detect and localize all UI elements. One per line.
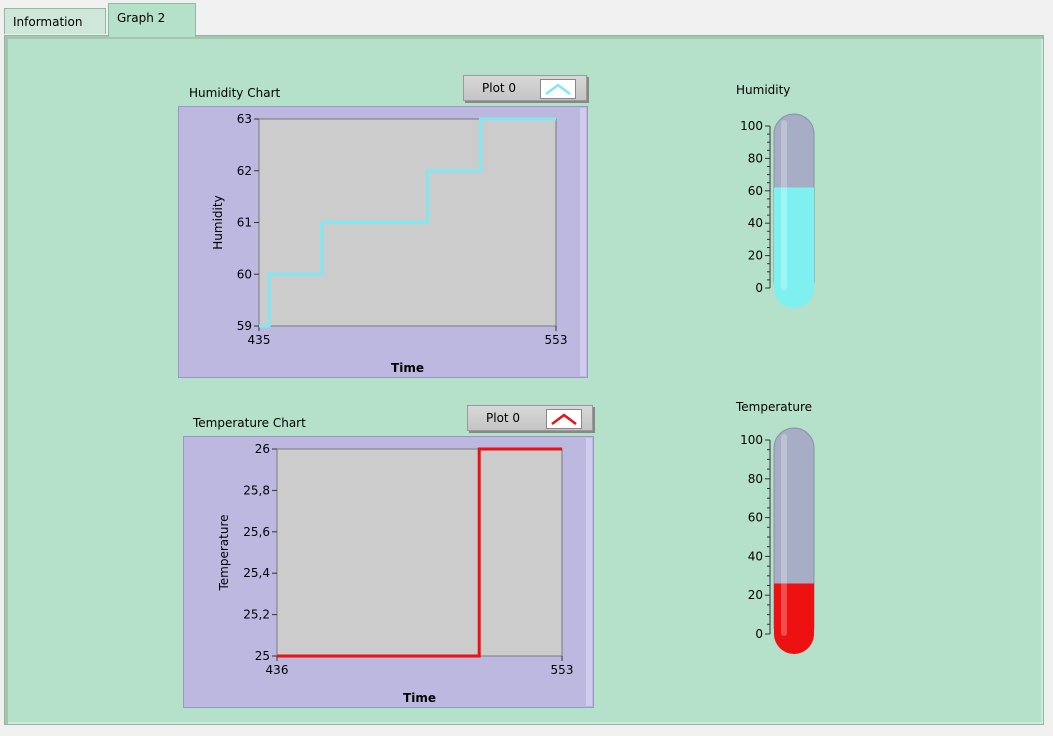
gauge-tick-label: 100 [740,433,763,447]
y-tick-label: 60 [237,267,252,281]
humidity-chart-title: Humidity Chart [189,86,281,100]
y-tick-label: 62 [237,164,252,178]
gauge-tick-label: 80 [748,151,763,165]
humidity-gauge: 0 20 40 60 80 100 [740,113,815,308]
y-tick-label: 63 [237,112,252,126]
y-tick-label: 25,4 [243,566,270,580]
x-tick-label: 553 [545,333,568,347]
temperature-chart-legend[interactable]: Plot 0 [467,405,593,431]
gauge-highlight [781,120,787,290]
gauge-tick-label: 40 [748,549,763,563]
plot-area [276,448,563,657]
gauge-tick-label: 60 [748,184,763,198]
humidity-chart: 59 60 61 62 63 435 553 Time Humidity [178,106,588,378]
gauge-tick-label: 80 [748,472,763,486]
gauge-tick-label: 0 [755,281,763,295]
x-axis-label: Time [403,691,436,705]
y-axis-label: Temperature [217,514,231,591]
y-tick-label: 59 [237,319,252,333]
gauge-tick-label: 20 [748,588,763,602]
humidity-legend-swatch [540,79,576,99]
humidity-legend-label: Plot 0 [482,81,517,95]
x-tick-label: 435 [248,333,271,347]
x-tick-label: 436 [266,663,289,677]
y-tick-label: 25,8 [243,483,270,497]
tab-graph-2[interactable]: Graph 2 [108,3,196,37]
gauge-highlight [781,434,787,636]
humidity-gauge-label: Humidity [736,83,791,97]
temperature-chart: 25 25,2 25,4 25,6 25,8 26 436 553 Time Temperatur… [183,436,594,708]
y-tick-label: 25,6 [243,525,270,539]
temperature-gauge-label: Temperature [736,400,813,414]
gauge-fill [774,583,814,654]
gauge-tick-label: 0 [755,627,763,641]
y-tick-label: 61 [237,216,252,230]
gauge-tick-label: 40 [748,216,763,230]
gauge-tick-label: 20 [748,249,763,263]
gauge-tick-label: 100 [740,119,763,133]
humidity-chart-legend[interactable]: Plot 0 [463,75,587,101]
temperature-legend-swatch [546,409,582,429]
temperature-gauge: 0 20 40 60 80 100 [740,427,815,654]
y-axis-label: Humidity [211,195,225,249]
gauge-tick-label: 60 [748,511,763,525]
chart-frame-bevel [580,108,586,376]
y-tick-label: 25,2 [243,608,270,622]
x-tick-label: 553 [551,663,574,677]
y-tick-label: 25 [255,649,270,663]
chart-frame-bevel [586,438,592,706]
x-axis-label: Time [391,361,424,375]
temperature-legend-label: Plot 0 [486,411,521,425]
y-tick-label: 26 [255,442,270,456]
temperature-chart-title: Temperature Chart [193,416,306,430]
gauge-fill [774,187,814,308]
tab-information[interactable]: Information [4,8,106,34]
